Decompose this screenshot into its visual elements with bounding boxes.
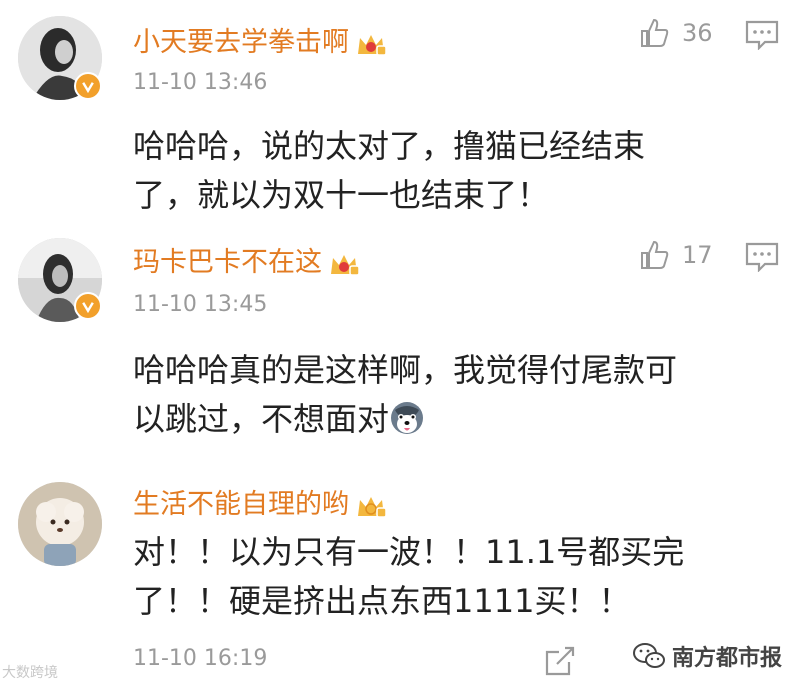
vip-crown-icon bbox=[358, 34, 387, 56]
comment-text: 哈哈哈真的是这样啊，我觉得付尾款可 以跳过，不想面对 bbox=[133, 351, 678, 438]
username[interactable]: 小天要去学拳击啊 bbox=[133, 20, 387, 59]
comment-text: 哈哈哈，说的太对了，撸猫已经结束 了，就以为双十一也结束了！ bbox=[133, 127, 646, 214]
username[interactable]: 生活不能自理的哟 bbox=[133, 482, 387, 521]
publisher-watermark: 南方都市报 bbox=[632, 640, 782, 672]
vip-crown-icon bbox=[331, 254, 360, 276]
thumbs-up-icon bbox=[641, 240, 669, 269]
husky-emoji-icon bbox=[391, 402, 424, 434]
verified-badge-icon bbox=[74, 72, 102, 100]
reply-comment-icon[interactable] bbox=[745, 242, 779, 272]
verified-badge-icon bbox=[74, 292, 102, 320]
reply-comment-icon[interactable] bbox=[745, 20, 779, 50]
like-button[interactable]: 17 bbox=[638, 238, 713, 272]
thumbs-up-icon bbox=[641, 18, 669, 47]
comment-timestamp: 11-10 13:46 bbox=[133, 70, 268, 95]
wechat-icon bbox=[633, 643, 665, 668]
comment-text: 对！！以为只有一波！！11.1号都买完 了！！硬是挤出点东西1111买！！ bbox=[133, 533, 685, 620]
like-button[interactable]: 36 bbox=[638, 16, 713, 50]
avatar[interactable] bbox=[18, 482, 102, 566]
comment-timestamp: 11-10 16:19 bbox=[133, 646, 268, 671]
share-edit-icon[interactable] bbox=[543, 644, 577, 678]
watermark-logo: 大数跨境 bbox=[2, 665, 58, 681]
vip-crown-icon bbox=[358, 496, 387, 518]
comment-timestamp: 11-10 13:45 bbox=[133, 292, 268, 317]
like-count: 17 bbox=[682, 241, 713, 269]
like-count: 36 bbox=[682, 19, 713, 47]
username[interactable]: 玛卡巴卡不在这 bbox=[133, 240, 360, 279]
